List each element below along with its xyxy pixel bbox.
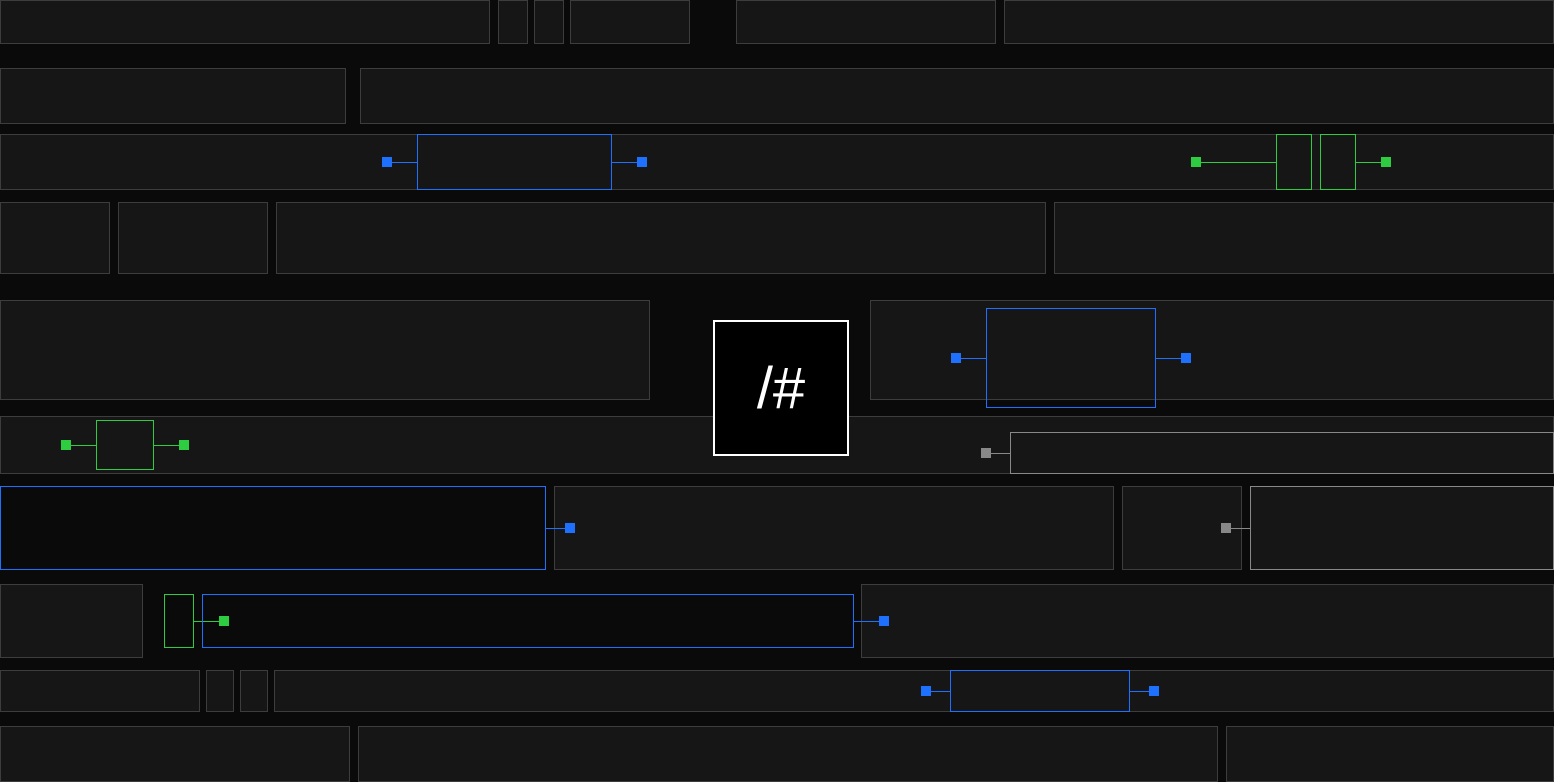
green-selection-box[interactable]	[164, 594, 194, 648]
placeholder-block	[1226, 726, 1554, 782]
placeholder-block	[0, 670, 200, 712]
placeholder-block	[0, 300, 650, 400]
blue-selection-box[interactable]	[202, 594, 854, 648]
blue-handle[interactable]	[879, 616, 889, 626]
placeholder-block	[0, 202, 110, 274]
placeholder-block	[118, 202, 268, 274]
green-handle[interactable]	[61, 440, 71, 450]
blue-handle[interactable]	[1149, 686, 1159, 696]
placeholder-block	[554, 486, 1114, 570]
grey-handle[interactable]	[1221, 523, 1231, 533]
placeholder-block	[0, 584, 143, 658]
placeholder-block	[0, 726, 350, 782]
placeholder-block	[358, 726, 1218, 782]
grey-selection-box[interactable]	[1010, 432, 1554, 474]
grey-selection-box[interactable]	[1250, 486, 1554, 570]
green-selection-box[interactable]	[96, 420, 154, 470]
blue-handle[interactable]	[382, 157, 392, 167]
placeholder-block	[498, 0, 528, 44]
green-selection-box[interactable]	[1320, 134, 1356, 190]
green-handle[interactable]	[179, 440, 189, 450]
connector-line	[1196, 162, 1276, 163]
blue-handle[interactable]	[637, 157, 647, 167]
green-selection-box[interactable]	[1276, 134, 1312, 190]
placeholder-block	[0, 0, 490, 44]
placeholder-block	[861, 584, 1554, 658]
grey-handle[interactable]	[981, 448, 991, 458]
placeholder-block	[870, 300, 1554, 400]
blue-selection-box[interactable]	[986, 308, 1156, 408]
blue-selection-box[interactable]	[0, 486, 546, 570]
placeholder-block	[276, 202, 1046, 274]
slash-hash-logo: /#	[713, 320, 849, 456]
blue-handle[interactable]	[1181, 353, 1191, 363]
placeholder-block	[240, 670, 268, 712]
placeholder-block	[360, 68, 1554, 124]
placeholder-block	[0, 68, 346, 124]
placeholder-block	[274, 670, 1554, 712]
green-handle[interactable]	[1191, 157, 1201, 167]
placeholder-block	[206, 670, 234, 712]
placeholder-block	[1054, 202, 1554, 274]
blue-handle[interactable]	[951, 353, 961, 363]
placeholder-block	[534, 0, 564, 44]
blue-handle[interactable]	[565, 523, 575, 533]
blue-selection-box[interactable]	[417, 134, 612, 190]
green-handle[interactable]	[1381, 157, 1391, 167]
placeholder-block	[570, 0, 690, 44]
blue-selection-box[interactable]	[950, 670, 1130, 712]
placeholder-block	[736, 0, 996, 44]
placeholder-block	[1004, 0, 1554, 44]
blue-handle[interactable]	[921, 686, 931, 696]
